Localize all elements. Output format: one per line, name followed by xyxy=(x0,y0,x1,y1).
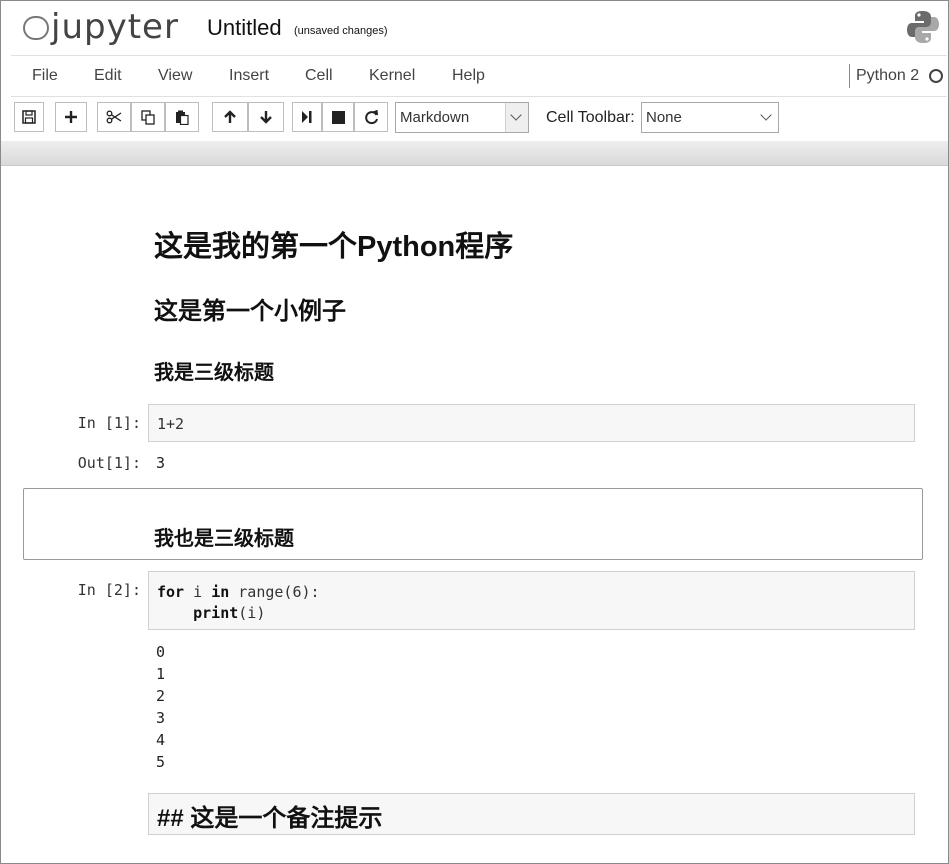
code-cell-1[interactable]: 1+2 xyxy=(148,404,915,442)
keyword-for: for xyxy=(157,583,185,601)
keyword-in: in xyxy=(211,583,230,601)
code-cell-2[interactable]: for i in range(6): print(i) xyxy=(148,571,915,630)
menu-edit[interactable]: Edit xyxy=(94,67,122,85)
input-prompt-1: In [1]: xyxy=(77,414,141,432)
cell-toolbar-value: None xyxy=(646,109,682,126)
step-forward-icon xyxy=(302,111,312,123)
jupyter-logo[interactable]: jupyter xyxy=(19,7,179,47)
plus-icon xyxy=(65,111,77,123)
save-icon xyxy=(22,110,36,124)
output-line: 3 xyxy=(156,709,166,727)
interrupt-kernel-button[interactable] xyxy=(322,102,354,132)
save-button[interactable] xyxy=(14,102,44,132)
cell-type-select[interactable]: Markdown xyxy=(395,102,529,133)
markdown-heading-3[interactable]: 我是三级标题 xyxy=(154,356,274,385)
code-text: i xyxy=(184,583,212,601)
output-prompt-1: Out[1]: xyxy=(77,454,141,472)
notebook-window: jupyter Untitled (unsaved changes) File … xyxy=(0,0,949,864)
markdown-heading-2[interactable]: 这是第一个小例子 xyxy=(154,291,346,326)
menu-help[interactable]: Help xyxy=(452,67,485,85)
copy-icon xyxy=(141,109,155,125)
chevron-down-icon xyxy=(505,103,528,132)
copy-button[interactable] xyxy=(131,102,165,132)
toolbar: Markdown Cell Toolbar: None xyxy=(11,101,947,137)
insert-cell-button[interactable] xyxy=(55,102,87,132)
kernel-name: Python 2 xyxy=(856,67,920,84)
save-status: (unsaved changes) xyxy=(294,25,388,37)
header-separator-band xyxy=(1,141,948,166)
cut-button[interactable] xyxy=(97,102,131,132)
kernel-idle-icon xyxy=(929,69,943,83)
scissors-icon xyxy=(106,110,122,124)
paste-icon xyxy=(176,110,189,125)
restart-icon xyxy=(364,109,378,124)
menu-file[interactable]: File xyxy=(32,67,58,85)
menu-cell[interactable]: Cell xyxy=(305,67,333,85)
notebook-title[interactable]: Untitled xyxy=(207,15,282,41)
code-cell-1-source: 1+2 xyxy=(157,415,185,433)
keyword-print: print xyxy=(193,604,239,622)
output-line: 4 xyxy=(156,731,166,749)
output-2: 0 1 2 3 4 5 xyxy=(156,641,165,773)
jupyter-logo-icon xyxy=(19,12,49,42)
paste-button[interactable] xyxy=(165,102,199,132)
chevron-down-icon xyxy=(756,103,778,132)
restart-kernel-button[interactable] xyxy=(354,102,388,132)
move-cell-down-button[interactable] xyxy=(248,102,284,132)
unrendered-markdown-cell[interactable]: ## 这是一个备注提示 xyxy=(148,793,915,835)
code-text: range(6): xyxy=(229,583,320,601)
move-cell-up-button[interactable] xyxy=(212,102,248,132)
menu-view[interactable]: View xyxy=(158,67,192,85)
markdown-heading-3b[interactable]: 我也是三级标题 xyxy=(154,522,294,551)
header: jupyter Untitled (unsaved changes) xyxy=(1,1,948,53)
output-1: 3 xyxy=(156,454,166,472)
logo-text: jupyter xyxy=(51,7,179,47)
output-line: 0 xyxy=(156,643,166,661)
stop-icon xyxy=(331,110,345,124)
run-cell-button[interactable] xyxy=(292,102,322,132)
python-logo-icon xyxy=(907,11,939,43)
cell-toolbar-select[interactable]: None xyxy=(641,102,779,133)
code-text: (i) xyxy=(238,604,266,622)
arrow-down-icon xyxy=(260,111,272,124)
menubar: File Edit View Insert Cell Kernel Help P… xyxy=(11,55,947,97)
markdown-heading-1[interactable]: 这是我的第一个Python程序 xyxy=(154,223,513,265)
cell-toolbar-label: Cell Toolbar: xyxy=(546,109,635,126)
cell-type-value: Markdown xyxy=(400,109,470,126)
output-line: 5 xyxy=(156,753,166,771)
output-line: 1 xyxy=(156,665,166,683)
menu-insert[interactable]: Insert xyxy=(229,67,269,85)
kernel-divider xyxy=(849,64,850,88)
arrow-up-icon xyxy=(224,110,236,123)
input-prompt-2: In [2]: xyxy=(77,581,141,599)
output-line: 2 xyxy=(156,687,166,705)
menu-kernel[interactable]: Kernel xyxy=(369,67,415,85)
